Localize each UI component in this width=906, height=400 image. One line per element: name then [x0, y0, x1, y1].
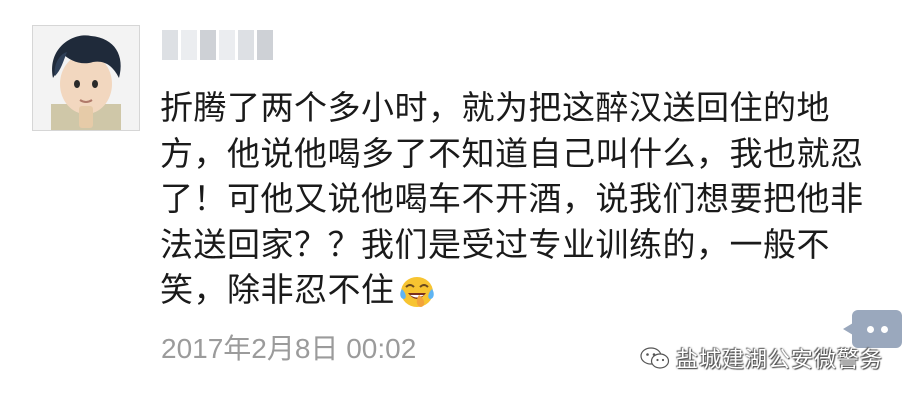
- author-name-redacted[interactable]: [162, 30, 273, 60]
- comment-dots-icon: [866, 325, 874, 333]
- post-text: 折腾了两个多小时，就为把这醉汉送回住的地方，他说他喝多了不知道自己叫什么，我也就…: [160, 88, 864, 309]
- watermark-text: 盐城建湖公安微警务: [676, 348, 884, 373]
- comment-dot: [880, 325, 888, 333]
- laughing-crying-emoji-icon: [399, 275, 435, 321]
- post-timestamp: 2017年2月8日 00:02: [161, 333, 417, 364]
- cartoon-boy-avatar-icon: [33, 26, 139, 130]
- watermark: 盐城建湖公安微警务: [640, 342, 883, 374]
- wechat-icon: [640, 347, 670, 369]
- author-avatar[interactable]: [32, 25, 140, 131]
- post-content: 折腾了两个多小时，就为把这醉汉送回住的地方，他说他喝多了不知道自己叫什么，我也就…: [160, 85, 890, 321]
